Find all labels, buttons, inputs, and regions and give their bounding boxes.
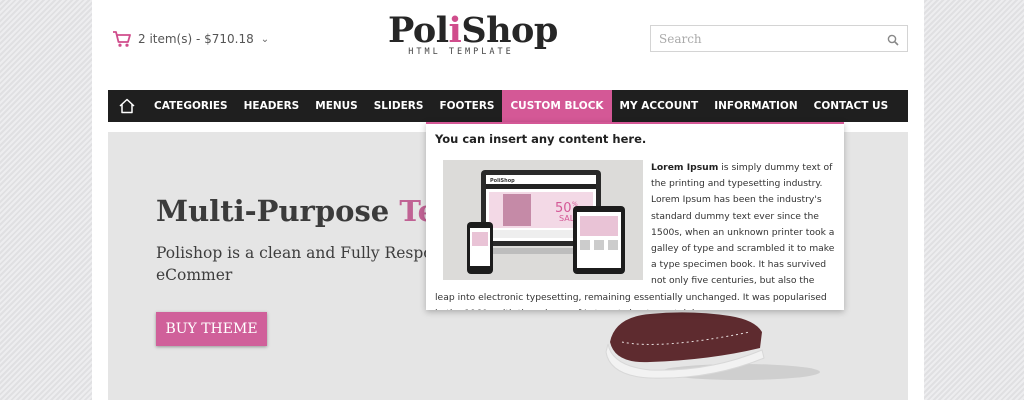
nav-item-menus[interactable]: MENUS xyxy=(307,90,366,122)
nav-item-custom-block[interactable]: CUSTOM BLOCK xyxy=(502,90,612,122)
search-box xyxy=(650,25,908,52)
shoe-image xyxy=(605,312,820,380)
nav-item-headers[interactable]: HEADERS xyxy=(236,90,308,122)
dropdown-text: Lorem Ipsum is simply dummy text of the … xyxy=(435,160,837,310)
home-icon[interactable] xyxy=(108,90,146,122)
search-input[interactable] xyxy=(651,26,871,51)
custom-block-dropdown: You can insert any content here. PoliSho… xyxy=(426,122,844,310)
nav-item-contact-us[interactable]: CONTACT US xyxy=(806,90,897,122)
search-icon[interactable] xyxy=(887,33,899,51)
buy-theme-button[interactable]: BUY THEME xyxy=(156,312,267,346)
nav-item-categories[interactable]: CATEGORIES xyxy=(146,90,236,122)
logo-title: PoliShop xyxy=(388,10,558,51)
nav-item-information[interactable]: INFORMATION xyxy=(706,90,805,122)
chevron-down-icon: ⌄ xyxy=(260,33,270,45)
main-nav: CATEGORIES HEADERS MENUS SLIDERS FOOTERS… xyxy=(108,90,908,122)
nav-item-sliders[interactable]: SLIDERS xyxy=(366,90,432,122)
logo[interactable]: PoliShop HTML TEMPLATE xyxy=(388,10,558,58)
dropdown-title: You can insert any content here. xyxy=(435,132,647,146)
logo-subtitle: HTML TEMPLATE xyxy=(408,47,514,57)
nav-item-my-account[interactable]: MY ACCOUNT xyxy=(612,90,707,122)
page-container: 2 item(s) - $710.18 ⌄ PoliShop HTML TEMP… xyxy=(92,0,924,400)
cart-icon xyxy=(112,30,132,48)
cart-label: 2 item(s) - $710.18 xyxy=(138,32,254,46)
hero-title: Multi-Purpose Tem xyxy=(156,194,467,228)
cart-summary[interactable]: 2 item(s) - $710.18 ⌄ xyxy=(112,28,269,50)
nav-item-footers[interactable]: FOOTERS xyxy=(431,90,502,122)
dropdown-text-bold: Lorem Ipsum xyxy=(651,162,719,173)
